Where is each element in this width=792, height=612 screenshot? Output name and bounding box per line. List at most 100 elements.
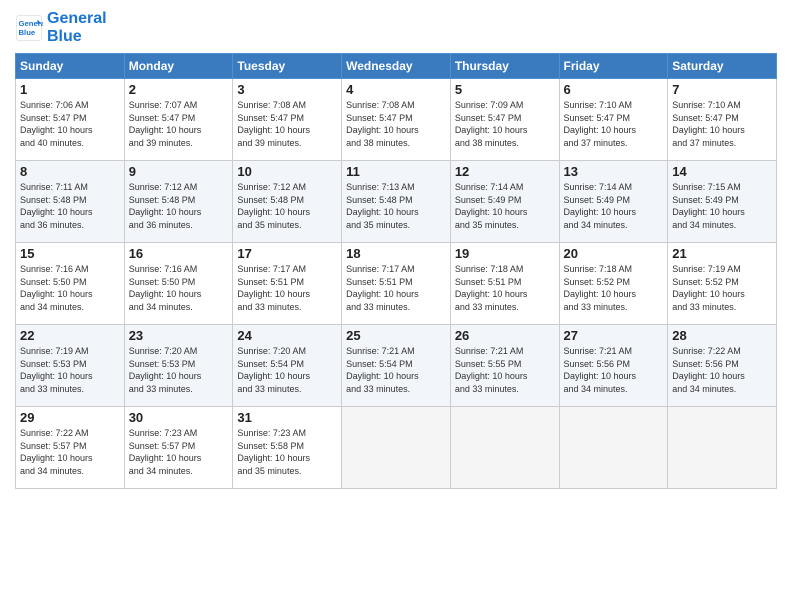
- day-number: 15: [20, 246, 120, 261]
- day-number: 20: [564, 246, 664, 261]
- day-number: 6: [564, 82, 664, 97]
- day-info: Sunrise: 7:12 AM Sunset: 5:48 PM Dayligh…: [129, 181, 229, 231]
- day-number: 24: [237, 328, 337, 343]
- calendar-day: 17Sunrise: 7:17 AM Sunset: 5:51 PM Dayli…: [233, 243, 342, 325]
- header-row: Sunday Monday Tuesday Wednesday Thursday…: [16, 54, 777, 79]
- day-info: Sunrise: 7:16 AM Sunset: 5:50 PM Dayligh…: [129, 263, 229, 313]
- day-number: 27: [564, 328, 664, 343]
- day-number: 26: [455, 328, 555, 343]
- calendar-day: 30 Sunrise: 7:23 AM Sunset: 5:57 PM Dayli…: [124, 407, 233, 489]
- calendar-week-3: 15 Sunrise: 7:16 AM Sunset: 5:50 PM Dayli…: [16, 243, 777, 325]
- calendar-table: Sunday Monday Tuesday Wednesday Thursday…: [15, 53, 777, 489]
- calendar-day: 31 Sunrise: 7:23 AM Sunset: 5:58 PM Dayli…: [233, 407, 342, 489]
- col-monday: Monday: [124, 54, 233, 79]
- calendar-week-4: 22Sunrise: 7:19 AM Sunset: 5:53 PM Dayli…: [16, 325, 777, 407]
- logo-text: General Blue: [47, 10, 107, 45]
- calendar-day: 20 Sunrise: 7:18 AM Sunset: 5:52 PM Dayli…: [559, 243, 668, 325]
- day-info: Sunrise: 7:14 AM Sunset: 5:49 PM Dayligh…: [564, 181, 664, 231]
- day-info: Sunrise: 7:13 AM Sunset: 5:48 PM Dayligh…: [346, 181, 446, 231]
- calendar-day: 24 Sunrise: 7:20 AM Sunset: 5:54 PM Dayli…: [233, 325, 342, 407]
- day-number: 18: [346, 246, 446, 261]
- calendar-day: 8 Sunrise: 7:11 AM Sunset: 5:48 PM Daylig…: [16, 161, 125, 243]
- calendar-day: 18 Sunrise: 7:17 AM Sunset: 5:51 PM Dayli…: [342, 243, 451, 325]
- day-info: Sunrise: 7:14 AM Sunset: 5:49 PM Dayligh…: [455, 181, 555, 231]
- day-info: Sunrise: 7:18 AM Sunset: 5:52 PM Dayligh…: [564, 263, 664, 313]
- col-tuesday: Tuesday: [233, 54, 342, 79]
- day-number: 4: [346, 82, 446, 97]
- calendar-day: [342, 407, 451, 489]
- day-info: Sunrise: 7:17 AM Sunset: 5:51 PM Dayligh…: [237, 263, 337, 313]
- day-number: 3: [237, 82, 337, 97]
- day-number: 16: [129, 246, 229, 261]
- day-info: Sunrise: 7:08 AM Sunset: 5:47 PM Dayligh…: [237, 99, 337, 149]
- day-number: 14: [672, 164, 772, 179]
- calendar-week-1: 1 Sunrise: 7:06 AM Sunset: 5:47 PM Daylig…: [16, 79, 777, 161]
- day-info: Sunrise: 7:11 AM Sunset: 5:48 PM Dayligh…: [20, 181, 120, 231]
- calendar-day: 7Sunrise: 7:10 AM Sunset: 5:47 PM Daylig…: [668, 79, 777, 161]
- day-info: Sunrise: 7:15 AM Sunset: 5:49 PM Dayligh…: [672, 181, 772, 231]
- calendar-day: 13 Sunrise: 7:14 AM Sunset: 5:49 PM Dayli…: [559, 161, 668, 243]
- calendar-day: 22Sunrise: 7:19 AM Sunset: 5:53 PM Dayli…: [16, 325, 125, 407]
- day-info: Sunrise: 7:23 AM Sunset: 5:57 PM Dayligh…: [129, 427, 229, 477]
- day-info: Sunrise: 7:07 AM Sunset: 5:47 PM Dayligh…: [129, 99, 229, 149]
- day-info: Sunrise: 7:20 AM Sunset: 5:54 PM Dayligh…: [237, 345, 337, 395]
- logo: General Blue General Blue: [15, 10, 107, 45]
- col-sunday: Sunday: [16, 54, 125, 79]
- calendar-day: 21 Sunrise: 7:19 AM Sunset: 5:52 PM Dayli…: [668, 243, 777, 325]
- day-info: Sunrise: 7:10 AM Sunset: 5:47 PM Dayligh…: [672, 99, 772, 149]
- day-number: 29: [20, 410, 120, 425]
- day-info: Sunrise: 7:09 AM Sunset: 5:47 PM Dayligh…: [455, 99, 555, 149]
- day-number: 8: [20, 164, 120, 179]
- calendar-day: 28Sunrise: 7:22 AM Sunset: 5:56 PM Dayli…: [668, 325, 777, 407]
- day-info: Sunrise: 7:17 AM Sunset: 5:51 PM Dayligh…: [346, 263, 446, 313]
- calendar-day: [450, 407, 559, 489]
- day-number: 2: [129, 82, 229, 97]
- calendar-day: 16 Sunrise: 7:16 AM Sunset: 5:50 PM Dayli…: [124, 243, 233, 325]
- calendar-day: 10Sunrise: 7:12 AM Sunset: 5:48 PM Dayli…: [233, 161, 342, 243]
- day-number: 9: [129, 164, 229, 179]
- day-info: Sunrise: 7:22 AM Sunset: 5:57 PM Dayligh…: [20, 427, 120, 477]
- day-number: 10: [237, 164, 337, 179]
- day-info: Sunrise: 7:21 AM Sunset: 5:54 PM Dayligh…: [346, 345, 446, 395]
- day-info: Sunrise: 7:22 AM Sunset: 5:56 PM Dayligh…: [672, 345, 772, 395]
- calendar-day: 12 Sunrise: 7:14 AM Sunset: 5:49 PM Dayli…: [450, 161, 559, 243]
- day-info: Sunrise: 7:10 AM Sunset: 5:47 PM Dayligh…: [564, 99, 664, 149]
- calendar-day: 11 Sunrise: 7:13 AM Sunset: 5:48 PM Dayli…: [342, 161, 451, 243]
- day-info: Sunrise: 7:16 AM Sunset: 5:50 PM Dayligh…: [20, 263, 120, 313]
- calendar-day: 15 Sunrise: 7:16 AM Sunset: 5:50 PM Dayli…: [16, 243, 125, 325]
- day-number: 1: [20, 82, 120, 97]
- page-container: General Blue General Blue Sunday Monday …: [0, 0, 792, 494]
- calendar-day: 29 Sunrise: 7:22 AM Sunset: 5:57 PM Dayli…: [16, 407, 125, 489]
- day-info: Sunrise: 7:18 AM Sunset: 5:51 PM Dayligh…: [455, 263, 555, 313]
- day-info: Sunrise: 7:23 AM Sunset: 5:58 PM Dayligh…: [237, 427, 337, 477]
- day-number: 11: [346, 164, 446, 179]
- calendar-day: 27Sunrise: 7:21 AM Sunset: 5:56 PM Dayli…: [559, 325, 668, 407]
- calendar-day: [668, 407, 777, 489]
- col-saturday: Saturday: [668, 54, 777, 79]
- day-number: 12: [455, 164, 555, 179]
- day-number: 30: [129, 410, 229, 425]
- calendar-day: [559, 407, 668, 489]
- calendar-day: 6 Sunrise: 7:10 AM Sunset: 5:47 PM Daylig…: [559, 79, 668, 161]
- calendar-week-2: 8 Sunrise: 7:11 AM Sunset: 5:48 PM Daylig…: [16, 161, 777, 243]
- day-number: 5: [455, 82, 555, 97]
- day-info: Sunrise: 7:08 AM Sunset: 5:47 PM Dayligh…: [346, 99, 446, 149]
- day-info: Sunrise: 7:21 AM Sunset: 5:55 PM Dayligh…: [455, 345, 555, 395]
- day-info: Sunrise: 7:06 AM Sunset: 5:47 PM Dayligh…: [20, 99, 120, 149]
- day-number: 25: [346, 328, 446, 343]
- calendar-day: 26 Sunrise: 7:21 AM Sunset: 5:55 PM Dayli…: [450, 325, 559, 407]
- logo-icon: General Blue: [15, 14, 43, 42]
- calendar-day: 4 Sunrise: 7:08 AM Sunset: 5:47 PM Daylig…: [342, 79, 451, 161]
- day-number: 13: [564, 164, 664, 179]
- day-info: Sunrise: 7:19 AM Sunset: 5:53 PM Dayligh…: [20, 345, 120, 395]
- day-number: 31: [237, 410, 337, 425]
- day-info: Sunrise: 7:19 AM Sunset: 5:52 PM Dayligh…: [672, 263, 772, 313]
- day-number: 21: [672, 246, 772, 261]
- calendar-day: 3 Sunrise: 7:08 AM Sunset: 5:47 PM Daylig…: [233, 79, 342, 161]
- page-header: General Blue General Blue: [15, 10, 777, 45]
- calendar-day: 5 Sunrise: 7:09 AM Sunset: 5:47 PM Daylig…: [450, 79, 559, 161]
- calendar-day: 14 Sunrise: 7:15 AM Sunset: 5:49 PM Dayli…: [668, 161, 777, 243]
- calendar-day: 19Sunrise: 7:18 AM Sunset: 5:51 PM Dayli…: [450, 243, 559, 325]
- day-info: Sunrise: 7:20 AM Sunset: 5:53 PM Dayligh…: [129, 345, 229, 395]
- col-thursday: Thursday: [450, 54, 559, 79]
